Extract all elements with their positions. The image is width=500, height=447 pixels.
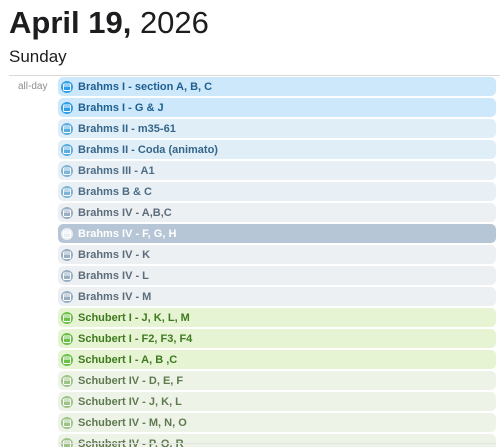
event-title: Brahms IV - L xyxy=(78,269,149,282)
all-day-event[interactable]: Brahms B & C xyxy=(58,182,496,201)
calendar-icon xyxy=(61,290,73,303)
all-day-event[interactable]: Schubert IV - P, Q, R xyxy=(58,434,496,447)
all-day-label: all-day xyxy=(18,81,48,92)
calendar-icon xyxy=(61,248,73,261)
calendar-icon xyxy=(61,101,73,114)
event-title: Schubert IV - M, N, O xyxy=(78,416,187,429)
all-day-event[interactable]: Schubert IV - J, K, L xyxy=(58,392,496,411)
all-day-event[interactable]: Schubert IV - M, N, O xyxy=(58,413,496,432)
event-title: Brahms IV - F, G, H xyxy=(78,227,177,240)
calendar-icon xyxy=(61,311,73,324)
date-title-year: 2026 xyxy=(131,5,209,40)
all-day-event[interactable]: Schubert IV - D, E, F xyxy=(58,371,496,390)
calendar-icon xyxy=(61,164,73,177)
all-day-event[interactable]: Schubert I - F2, F3, F4 xyxy=(58,329,496,348)
all-day-event[interactable]: Brahms IV - K xyxy=(58,245,496,264)
event-title: Brahms II - m35-61 xyxy=(78,122,176,135)
calendar-icon xyxy=(61,122,73,135)
event-title: Brahms III - A1 xyxy=(78,164,155,177)
event-title: Brahms IV - M xyxy=(78,290,152,303)
calendar-icon xyxy=(61,395,73,408)
event-title: Schubert I - J, K, L, M xyxy=(78,311,190,324)
event-title: Schubert IV - J, K, L xyxy=(78,395,182,408)
calendar-icon xyxy=(61,143,73,156)
day-view: April 19, 2026 Sunday all-day Brahms I -… xyxy=(0,0,500,447)
calendar-icon xyxy=(61,269,73,282)
weekday-label: Sunday xyxy=(9,47,67,66)
calendar-icon xyxy=(61,185,73,198)
event-title: Schubert I - F2, F3, F4 xyxy=(78,332,193,345)
all-day-event[interactable]: Brahms I - G & J xyxy=(58,98,496,117)
calendar-icon xyxy=(61,332,73,345)
calendar-icon xyxy=(61,206,73,219)
event-title: Schubert IV - D, E, F xyxy=(78,374,184,387)
all-day-event[interactable]: Brahms IV - L xyxy=(58,266,496,285)
all-day-event[interactable]: Brahms IV - A,B,C xyxy=(58,203,496,222)
calendar-icon xyxy=(61,416,73,429)
date-title: April 19, 2026 xyxy=(9,4,209,42)
all-day-event[interactable]: Brahms IV - F, G, H xyxy=(58,224,496,243)
event-title: Brahms I - G & J xyxy=(78,101,164,114)
calendar-icon xyxy=(61,374,73,387)
header-divider xyxy=(9,75,500,76)
event-title: Brahms B & C xyxy=(78,185,152,198)
all-day-event[interactable]: Brahms II - Coda (animato) xyxy=(58,140,496,159)
date-title-month-day: April 19, xyxy=(9,5,132,40)
bottom-divider xyxy=(58,443,496,444)
calendar-icon xyxy=(61,227,73,240)
all-day-event[interactable]: Schubert I - J, K, L, M xyxy=(58,308,496,327)
all-day-event[interactable]: Schubert I - A, B ,C xyxy=(58,350,496,369)
event-title: Schubert I - A, B ,C xyxy=(78,353,178,366)
event-title: Brahms IV - A,B,C xyxy=(78,206,172,219)
calendar-icon xyxy=(61,80,73,93)
all-day-events-list: Brahms I - section A, B, C Brahms I - G &… xyxy=(58,77,496,447)
all-day-event[interactable]: Brahms IV - M xyxy=(58,287,496,306)
event-title: Brahms II - Coda (animato) xyxy=(78,143,218,156)
event-title: Brahms IV - K xyxy=(78,248,151,261)
all-day-event[interactable]: Brahms III - A1 xyxy=(58,161,496,180)
all-day-event[interactable]: Brahms II - m35-61 xyxy=(58,119,496,138)
all-day-event[interactable]: Brahms I - section A, B, C xyxy=(58,77,496,96)
event-title: Brahms I - section A, B, C xyxy=(78,80,213,93)
calendar-icon xyxy=(61,353,73,366)
